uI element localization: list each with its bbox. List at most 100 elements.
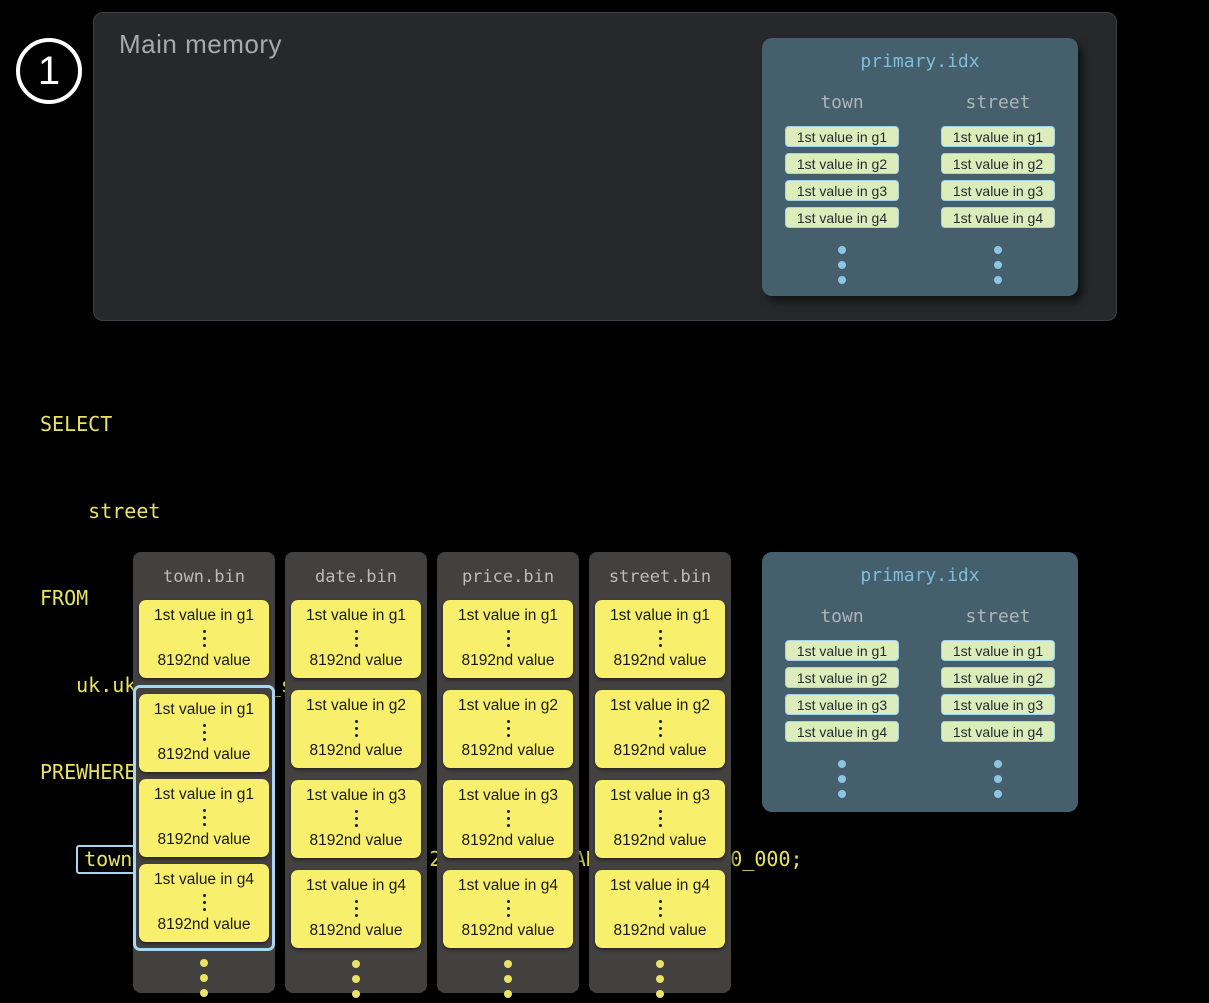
ellipsis-dots-icon <box>203 630 206 647</box>
granule-block: 1st value in g1 8192nd value <box>139 600 269 678</box>
granule-block: 1st value in g2 8192nd value <box>595 690 725 768</box>
granule-first-value: 1st value in g1 <box>154 786 254 804</box>
selected-granules-highlight: 1st value in g1 8192nd value 1st value i… <box>133 685 275 951</box>
granule-last-value: 8192nd value <box>309 742 402 760</box>
index-entry: 1st value in g3 <box>785 180 899 201</box>
primary-index-panel-memory: primary.idx town 1st value in g1 1st val… <box>762 38 1078 296</box>
primary-index-title: primary.idx <box>762 552 1078 586</box>
granule-first-value: 1st value in g1 <box>306 607 406 625</box>
granule-first-value: 1st value in g4 <box>458 877 558 895</box>
index-column-header-town: town <box>785 92 899 113</box>
index-entry: 1st value in g1 <box>785 640 899 661</box>
granule-last-value: 8192nd value <box>461 832 554 850</box>
sql-indent <box>40 847 76 871</box>
index-entry: 1st value in g2 <box>785 153 899 174</box>
step-number: 1 <box>38 49 60 94</box>
granule-block: 1st value in g4 8192nd value <box>443 870 573 948</box>
granule-first-value: 1st value in g2 <box>306 697 406 715</box>
granule-last-value: 8192nd value <box>157 746 250 764</box>
ellipsis-dots-icon <box>507 900 510 917</box>
granule-first-value: 1st value in g4 <box>610 877 710 895</box>
granule-block: 1st value in g4 8192nd value <box>595 870 725 948</box>
granule-first-value: 1st value in g3 <box>306 787 406 805</box>
index-entry: 1st value in g1 <box>941 126 1055 147</box>
sql-line-street: street <box>40 497 803 526</box>
granule-last-value: 8192nd value <box>461 652 554 670</box>
ellipsis-dots-icon <box>659 900 662 917</box>
bin-file-date: date.bin 1st value in g1 8192nd value 1s… <box>285 552 427 993</box>
granule-first-value: 1st value in g2 <box>458 697 558 715</box>
ellipsis-dots-icon <box>507 720 510 737</box>
more-granules-dots-icon <box>291 960 421 998</box>
granule-first-value: 1st value in g1 <box>458 607 558 625</box>
granule-first-value: 1st value in g4 <box>154 871 254 889</box>
bin-file-title: town.bin <box>139 552 269 600</box>
ellipsis-dots-icon <box>659 630 662 647</box>
granule-first-value: 1st value in g1 <box>154 701 254 719</box>
granule-first-value: 1st value in g1 <box>610 607 710 625</box>
granule-last-value: 8192nd value <box>309 922 402 940</box>
granule-last-value: 8192nd value <box>309 832 402 850</box>
more-entries-dots-icon <box>785 760 899 798</box>
ellipsis-dots-icon <box>203 894 206 911</box>
more-entries-dots-icon <box>785 246 899 284</box>
index-column-street: street 1st value in g1 1st value in g2 1… <box>941 606 1055 798</box>
ellipsis-dots-icon <box>203 809 206 826</box>
index-column-header-street: street <box>941 606 1055 627</box>
index-entry: 1st value in g1 <box>941 640 1055 661</box>
sql-line-select: SELECT <box>40 410 803 439</box>
index-entry: 1st value in g3 <box>941 180 1055 201</box>
index-entry: 1st value in g4 <box>785 721 899 742</box>
granule-last-value: 8192nd value <box>157 916 250 934</box>
granule-last-value: 8192nd value <box>157 652 250 670</box>
ellipsis-dots-icon <box>355 630 358 647</box>
bin-file-street: street.bin 1st value in g1 8192nd value … <box>589 552 731 993</box>
index-entry: 1st value in g4 <box>941 207 1055 228</box>
ellipsis-dots-icon <box>659 810 662 827</box>
granule-last-value: 8192nd value <box>461 742 554 760</box>
index-entry: 1st value in g3 <box>941 694 1055 715</box>
index-column-street: street 1st value in g1 1st value in g2 1… <box>941 92 1055 284</box>
index-column-header-town: town <box>785 606 899 627</box>
ellipsis-dots-icon <box>507 810 510 827</box>
index-entry: 1st value in g2 <box>941 153 1055 174</box>
more-granules-dots-icon <box>139 959 269 997</box>
index-entry: 1st value in g3 <box>785 694 899 715</box>
ellipsis-dots-icon <box>203 724 206 741</box>
index-entry: 1st value in g4 <box>785 207 899 228</box>
bin-file-title: date.bin <box>291 552 421 600</box>
granule-block: 1st value in g3 8192nd value <box>291 780 421 858</box>
bin-file-town: town.bin 1st value in g1 8192nd value 1s… <box>133 552 275 993</box>
granule-block: 1st value in g3 8192nd value <box>595 780 725 858</box>
column-files-row: town.bin 1st value in g1 8192nd value 1s… <box>133 552 731 993</box>
granule-last-value: 8192nd value <box>613 652 706 670</box>
granule-block: 1st value in g2 8192nd value <box>291 690 421 768</box>
granule-block: 1st value in g3 8192nd value <box>443 780 573 858</box>
bin-file-price: price.bin 1st value in g1 8192nd value 1… <box>437 552 579 993</box>
index-entry: 1st value in g4 <box>941 721 1055 742</box>
granule-block: 1st value in g1 8192nd value <box>139 779 269 857</box>
granule-last-value: 8192nd value <box>157 831 250 849</box>
primary-index-columns: town 1st value in g1 1st value in g2 1st… <box>762 606 1078 798</box>
ellipsis-dots-icon <box>659 720 662 737</box>
step-1-badge: 1 <box>16 38 82 104</box>
index-column-town: town 1st value in g1 1st value in g2 1st… <box>785 606 899 798</box>
granule-block: 1st value in g4 8192nd value <box>139 864 269 942</box>
granule-last-value: 8192nd value <box>461 922 554 940</box>
index-column-town: town 1st value in g1 1st value in g2 1st… <box>785 92 899 284</box>
primary-index-title: primary.idx <box>762 38 1078 72</box>
granule-first-value: 1st value in g3 <box>610 787 710 805</box>
ellipsis-dots-icon <box>355 810 358 827</box>
granule-last-value: 8192nd value <box>613 742 706 760</box>
granule-first-value: 1st value in g2 <box>610 697 710 715</box>
index-entry: 1st value in g2 <box>941 667 1055 688</box>
granule-block: 1st value in g1 8192nd value <box>139 694 269 772</box>
granule-block: 1st value in g1 8192nd value <box>595 600 725 678</box>
granule-block: 1st value in g1 8192nd value <box>443 600 573 678</box>
more-granules-dots-icon <box>443 960 573 998</box>
index-entry: 1st value in g1 <box>785 126 899 147</box>
granule-block: 1st value in g4 8192nd value <box>291 870 421 948</box>
index-column-header-street: street <box>941 92 1055 113</box>
granule-first-value: 1st value in g1 <box>154 607 254 625</box>
granule-first-value: 1st value in g4 <box>306 877 406 895</box>
